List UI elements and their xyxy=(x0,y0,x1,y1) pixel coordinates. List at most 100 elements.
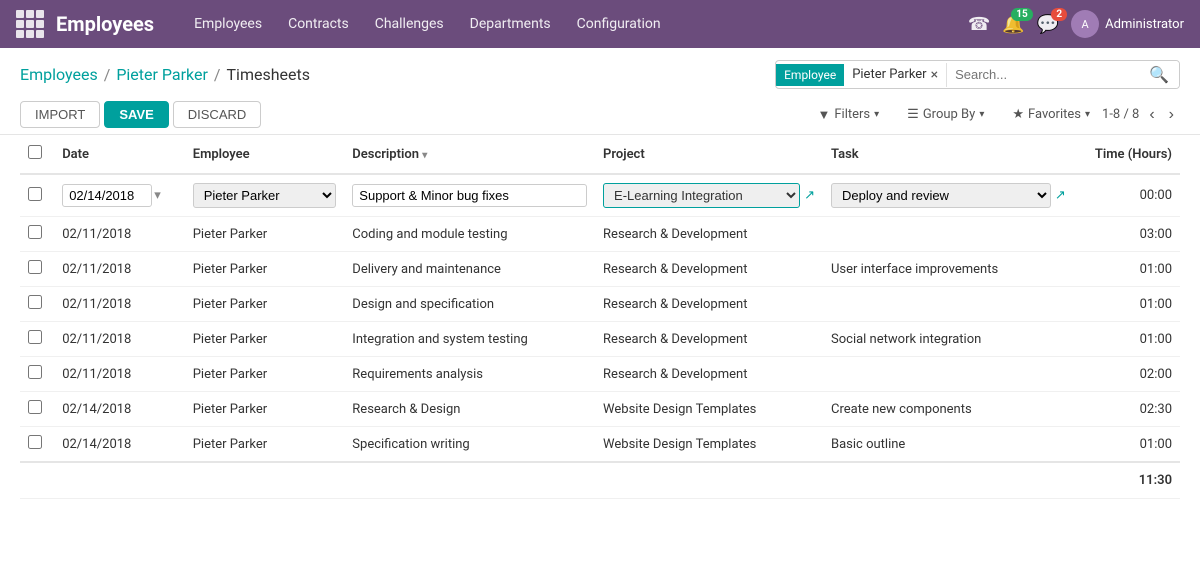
table-row: 02/11/2018 Pieter Parker Requirements an… xyxy=(20,357,1180,392)
row-4-check xyxy=(20,357,54,392)
filter-value-text: Pieter Parker xyxy=(852,67,926,82)
edit-project-select[interactable]: E-Learning Integration xyxy=(603,183,800,208)
row-4-checkbox[interactable] xyxy=(28,365,42,379)
row-2-description: Design and specification xyxy=(344,287,595,322)
th-description[interactable]: Description ▾ xyxy=(344,135,595,174)
select-all-checkbox[interactable] xyxy=(28,145,42,159)
th-project[interactable]: Project xyxy=(595,135,823,174)
group-by-chevron: ▾ xyxy=(979,109,984,120)
save-button[interactable]: SAVE xyxy=(104,101,168,128)
th-date[interactable]: Date xyxy=(54,135,185,174)
row-3-employee: Pieter Parker xyxy=(185,322,345,357)
row-3-description: Integration and system testing xyxy=(344,322,595,357)
search-input[interactable] xyxy=(947,63,1139,86)
pagination-info: 1-8 / 8 xyxy=(1102,107,1139,122)
row-4-task xyxy=(823,357,1074,392)
row-3-checkbox[interactable] xyxy=(28,330,42,344)
table-row: 02/11/2018 Pieter Parker Design and spec… xyxy=(20,287,1180,322)
project-external-link-icon[interactable]: ↗ xyxy=(804,188,815,203)
row-6-checkbox[interactable] xyxy=(28,435,42,449)
phone-icon[interactable]: ☎ xyxy=(968,14,990,35)
th-employee[interactable]: Employee xyxy=(185,135,345,174)
nav-contracts[interactable]: Contracts xyxy=(276,10,361,38)
messages-icon[interactable]: 💬 2 xyxy=(1037,14,1059,35)
filters-button[interactable]: ▼ Filters ▾ xyxy=(809,103,887,127)
row-1-checkbox[interactable] xyxy=(28,260,42,274)
user-name: Administrator xyxy=(1105,17,1184,32)
row-5-check xyxy=(20,392,54,427)
nav-challenges[interactable]: Challenges xyxy=(363,10,456,38)
row-3-project: Research & Development xyxy=(595,322,823,357)
row-0-checkbox[interactable] xyxy=(28,225,42,239)
toolbar-right: ▼ Filters ▾ ☰ Group By ▾ ★ Favorites ▾ 1… xyxy=(809,103,1180,127)
edit-task-select[interactable]: Deploy and review xyxy=(831,183,1051,208)
row-1-employee: Pieter Parker xyxy=(185,252,345,287)
th-date-label: Date xyxy=(62,147,89,162)
edit-row-checkbox[interactable] xyxy=(28,187,42,201)
nav-employees[interactable]: Employees xyxy=(182,10,274,38)
row-3-date: 02/11/2018 xyxy=(54,322,185,357)
toolbar-actions: IMPORT SAVE DISCARD xyxy=(20,101,261,128)
pagination-prev[interactable]: ‹ xyxy=(1143,104,1160,126)
favorites-button[interactable]: ★ Favorites ▾ xyxy=(1004,103,1098,126)
row-0-employee: Pieter Parker xyxy=(185,217,345,252)
edit-row-time: 00:00 xyxy=(1140,188,1172,203)
th-time[interactable]: Time (Hours) xyxy=(1074,135,1180,174)
timesheets-table: Date Employee Description ▾ Project Task… xyxy=(20,135,1180,499)
row-6-date: 02/14/2018 xyxy=(54,427,185,463)
table-row: 02/14/2018 Pieter Parker Specification w… xyxy=(20,427,1180,463)
task-external-link-icon[interactable]: ↗ xyxy=(1055,188,1066,203)
filter-icon: ▼ xyxy=(817,107,830,123)
pagination-next[interactable]: › xyxy=(1163,104,1180,126)
row-1-project: Research & Development xyxy=(595,252,823,287)
edit-description-input[interactable] xyxy=(352,184,587,207)
nav-departments[interactable]: Departments xyxy=(458,10,563,38)
edit-row-task-cell: Deploy and review ↗ xyxy=(823,174,1074,217)
user-menu[interactable]: A Administrator xyxy=(1071,10,1184,38)
description-sort-icon: ▾ xyxy=(422,150,427,161)
messages-badge: 2 xyxy=(1051,8,1067,21)
apps-icon[interactable] xyxy=(16,10,44,38)
row-4-date: 02/11/2018 xyxy=(54,357,185,392)
nav-configuration[interactable]: Configuration xyxy=(565,10,673,38)
favorites-chevron: ▾ xyxy=(1085,109,1090,120)
row-2-checkbox[interactable] xyxy=(28,295,42,309)
search-submit-icon[interactable]: 🔍 xyxy=(1139,61,1179,88)
row-5-time: 02:30 xyxy=(1074,392,1180,427)
notifications-icon[interactable]: 🔔 15 xyxy=(1002,14,1024,35)
group-by-icon: ☰ xyxy=(907,107,919,122)
edit-date-input[interactable] xyxy=(62,184,152,207)
row-0-date: 02/11/2018 xyxy=(54,217,185,252)
pagination-nav: ‹ › xyxy=(1143,104,1180,126)
row-6-task: Basic outline xyxy=(823,427,1074,463)
row-5-checkbox[interactable] xyxy=(28,400,42,414)
row-5-project: Website Design Templates xyxy=(595,392,823,427)
filter-close-icon[interactable]: × xyxy=(931,67,938,83)
edit-row-description-cell xyxy=(344,174,595,217)
filter-value: Pieter Parker × xyxy=(844,63,947,87)
row-0-project: Research & Development xyxy=(595,217,823,252)
edit-row-employee-cell: Pieter Parker xyxy=(185,174,345,217)
th-task[interactable]: Task xyxy=(823,135,1074,174)
table-row: 02/11/2018 Pieter Parker Delivery and ma… xyxy=(20,252,1180,287)
filters-label: Filters xyxy=(834,107,870,122)
avatar: A xyxy=(1071,10,1099,38)
edit-employee-select[interactable]: Pieter Parker xyxy=(193,183,337,208)
row-1-time: 01:00 xyxy=(1074,252,1180,287)
edit-row-time-cell: 00:00 xyxy=(1074,174,1180,217)
row-4-project: Research & Development xyxy=(595,357,823,392)
row-5-date: 02/14/2018 xyxy=(54,392,185,427)
row-3-check xyxy=(20,322,54,357)
group-by-button[interactable]: ☰ Group By ▾ xyxy=(899,103,992,126)
row-1-description: Delivery and maintenance xyxy=(344,252,595,287)
row-5-employee: Pieter Parker xyxy=(185,392,345,427)
discard-button[interactable]: DISCARD xyxy=(173,101,262,128)
filter-tag-label: Employee xyxy=(784,68,836,82)
import-button[interactable]: IMPORT xyxy=(20,101,100,128)
date-dropdown-icon[interactable]: ▾ xyxy=(154,188,161,203)
row-2-project: Research & Development xyxy=(595,287,823,322)
breadcrumb-pieter-parker[interactable]: Pieter Parker xyxy=(116,65,208,84)
breadcrumb-employees[interactable]: Employees xyxy=(20,65,98,84)
row-2-time: 01:00 xyxy=(1074,287,1180,322)
row-2-employee: Pieter Parker xyxy=(185,287,345,322)
